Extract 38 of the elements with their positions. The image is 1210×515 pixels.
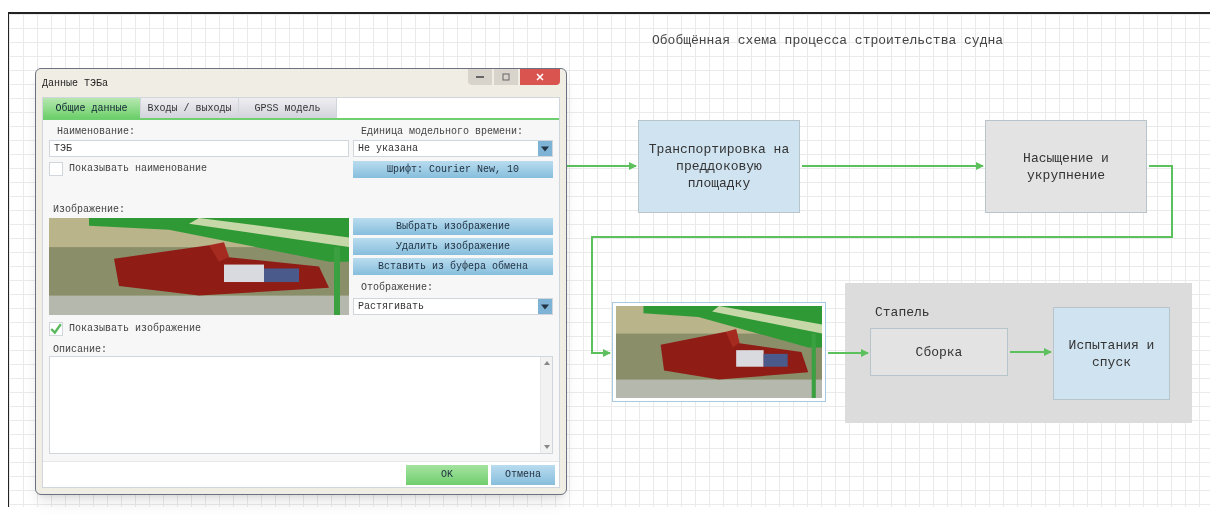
field-label: Наименование: — [56, 125, 136, 139]
minimize-button[interactable] — [468, 69, 492, 85]
checkbox[interactable]: Показывать наименование — [49, 161, 349, 176]
cancel-button[interactable]: Отмена — [491, 464, 555, 485]
field-label: Единица модельного времени: — [360, 125, 525, 139]
tab[interactable]: Общие данные — [43, 98, 141, 118]
checkbox[interactable]: Показывать изображение — [49, 321, 553, 336]
process-node[interactable]: Сборка — [870, 328, 1008, 376]
field-label: Отображение: — [360, 280, 434, 295]
process-node[interactable]: Транспортировка на преддоковую площадку — [638, 120, 800, 213]
ok-button[interactable]: OK — [406, 464, 488, 485]
diagram-title: Обобщённая схема процесса строительства судна — [652, 32, 1004, 50]
font-button[interactable]: Шрифт: Courier New, 10 — [353, 161, 553, 178]
image-button[interactable]: Удалить изображение — [353, 238, 553, 255]
tab[interactable]: Входы / выходы — [141, 98, 239, 118]
name-field[interactable]: ТЭБ — [49, 140, 349, 157]
time-unit-dropdown[interactable]: Не указана — [353, 140, 553, 157]
minimize-icon — [476, 76, 484, 78]
group-title: Стапель — [875, 304, 930, 322]
dropdown-arrow-icon — [541, 303, 549, 310]
description-field[interactable] — [49, 356, 553, 454]
process-node[interactable]: Испытания и спуск — [1053, 307, 1170, 400]
scroll-down-icon — [543, 445, 550, 449]
image-button[interactable]: Выбрать изображение — [353, 218, 553, 235]
tab[interactable]: GPSS модель — [239, 98, 337, 118]
display-dropdown[interactable]: Растягивать — [353, 298, 553, 315]
dropdown-arrow-icon — [541, 145, 549, 152]
field-label: Описание: — [52, 343, 108, 356]
scroll-up-icon — [543, 361, 550, 365]
maximize-icon — [502, 73, 510, 81]
window-title: Данные ТЭБа — [42, 76, 108, 91]
close-button[interactable] — [520, 69, 560, 85]
check-icon — [50, 322, 62, 335]
process-node[interactable]: Насыщение и укрупнение — [985, 120, 1147, 213]
close-icon — [536, 73, 544, 81]
maximize-button[interactable] — [494, 69, 518, 85]
field-label: Изображение: — [52, 202, 126, 217]
image-button[interactable]: Вставить из буфера обмена — [353, 258, 553, 275]
